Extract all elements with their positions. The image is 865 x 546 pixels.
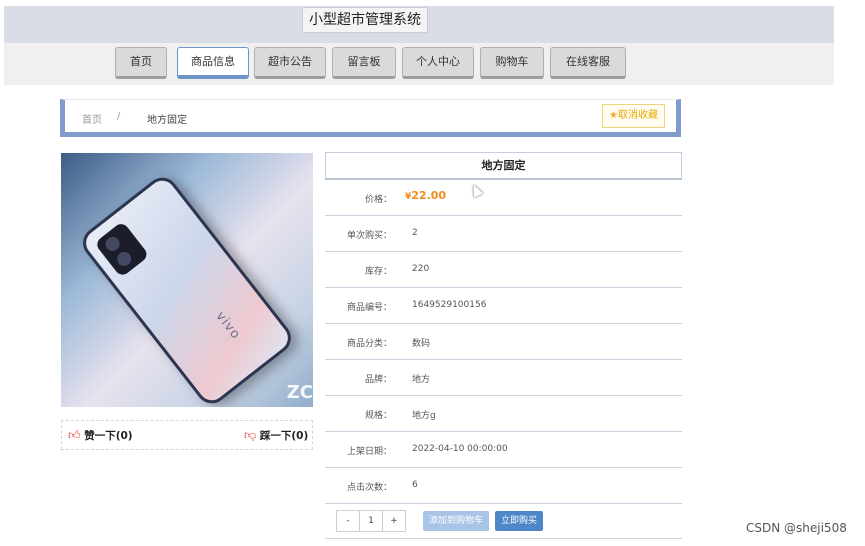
detail-label: 点击次数： — [346, 483, 392, 493]
detail-value: 2 — [412, 228, 418, 238]
image-brand-text: vivo — [212, 309, 244, 343]
detail-label: 规格： — [364, 411, 392, 421]
like-label: 赞一下(0) — [84, 430, 133, 442]
price-value: ¥22.00 — [405, 189, 446, 202]
breadcrumb-home[interactable]: 首页 — [82, 111, 102, 126]
nav-item-personal-center[interactable]: 个人中心 — [402, 47, 474, 79]
phone-illustration: vivo — [76, 171, 298, 407]
detail-label: 库存： — [364, 267, 392, 277]
breadcrumb-separator: / — [117, 111, 121, 122]
detail-value: 数码 — [412, 339, 431, 349]
detail-label: 单次购买： — [346, 231, 392, 241]
add-to-cart-button[interactable]: 添加到购物车 — [423, 511, 489, 531]
quantity-input[interactable]: 1 — [359, 511, 382, 531]
detail-row: 点击次数： 6 — [325, 468, 682, 504]
camera-module — [94, 220, 150, 278]
top-header: 小型超市管理系统 — [4, 6, 834, 43]
quantity-stepper: - 1 + — [336, 510, 406, 532]
purchase-actions: - 1 + 添加到购物车 立即购买 — [325, 505, 682, 539]
nav-item-online-service[interactable]: 在线客服 — [550, 47, 626, 79]
detail-value: 地方 — [412, 375, 431, 385]
unfavorite-button[interactable]: ★取消收藏 — [602, 104, 665, 128]
detail-value: 220 — [412, 264, 430, 274]
price-amount: 22.00 — [411, 189, 447, 202]
detail-label: 商品编号： — [346, 303, 392, 313]
increment-button[interactable]: + — [382, 511, 405, 531]
dislike-button[interactable]: 👎︎ 踩一下(0) — [244, 428, 308, 443]
product-title: 地方固定 — [325, 152, 682, 180]
detail-row: 商品编号： 1649529100156 — [325, 288, 682, 324]
detail-row: 单次购买： 2 — [325, 216, 682, 252]
nav-item-cart[interactable]: 购物车 — [480, 47, 544, 79]
like-button[interactable]: 👍︎ 赞一下(0) — [68, 428, 133, 443]
product-image: vivo ZC — [61, 153, 313, 407]
detail-row: 商品分类： 数码 — [325, 324, 682, 360]
detail-value: 6 — [412, 480, 418, 490]
detail-row-price: 价格： ¥22.00 — [325, 180, 682, 216]
breadcrumb: 首页 / 地方固定 ★取消收藏 — [60, 99, 681, 137]
detail-value: 2022-04-10 00:00:00 — [412, 444, 508, 454]
site-title: 小型超市管理系统 — [302, 7, 428, 33]
nav-item-product-info[interactable]: 商品信息 — [177, 47, 249, 79]
detail-value: 地方g — [412, 411, 436, 421]
buy-now-button[interactable]: 立即购买 — [495, 511, 543, 531]
nav-item-home[interactable]: 首页 — [115, 47, 167, 79]
product-detail-list: 价格： ¥22.00 单次购买： 2 库存： 220 商品编号： 1649529… — [325, 180, 682, 504]
detail-row: 品牌： 地方 — [325, 360, 682, 396]
detail-row: 规格： 地方g — [325, 396, 682, 432]
detail-label: 上架日期： — [346, 447, 392, 457]
nav-item-message-board[interactable]: 留言板 — [332, 47, 396, 79]
detail-value: 1649529100156 — [412, 300, 487, 310]
nav-item-announcements[interactable]: 超市公告 — [254, 47, 326, 79]
decrement-button[interactable]: - — [337, 511, 359, 531]
detail-label: 商品分类： — [346, 339, 392, 349]
watermark: CSDN @sheji508 — [746, 521, 847, 535]
image-corner-text: ZC — [286, 382, 313, 403]
main-nav: 首页 商品信息 超市公告 留言板 个人中心 购物车 在线客服 — [4, 43, 834, 85]
detail-label: 品牌： — [364, 375, 392, 385]
thumbs-down-icon: 👎︎ — [244, 428, 257, 442]
detail-row: 库存： 220 — [325, 252, 682, 288]
dislike-label: 踩一下(0) — [259, 430, 309, 442]
vote-row: 👍︎ 赞一下(0) 👎︎ 踩一下(0) — [61, 420, 313, 450]
price-label: 价格： — [364, 195, 392, 205]
star-icon: ★ — [609, 110, 618, 121]
breadcrumb-current: 地方固定 — [147, 115, 187, 126]
thumbs-up-icon: 👍︎ — [68, 428, 81, 442]
detail-row: 上架日期： 2022-04-10 00:00:00 — [325, 432, 682, 468]
unfavorite-label: 取消收藏 — [617, 110, 658, 121]
